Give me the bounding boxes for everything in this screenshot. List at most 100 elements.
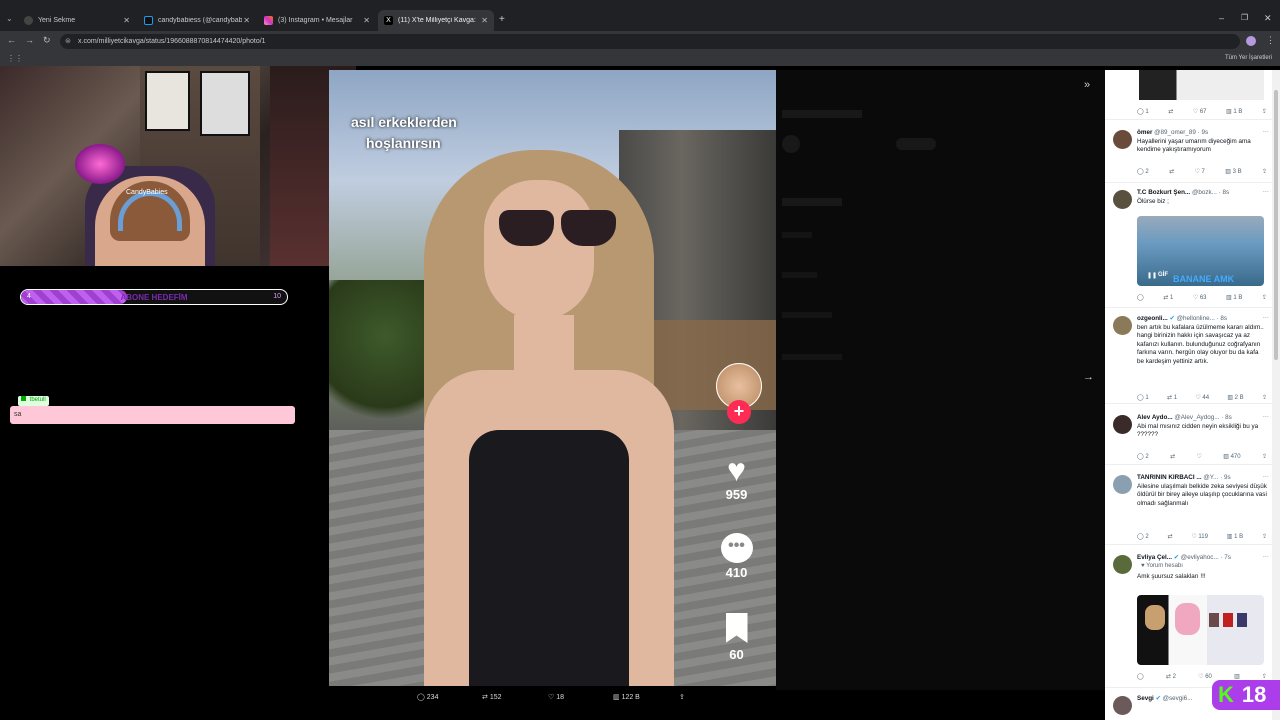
more-icon[interactable]: ··· — [1263, 188, 1269, 195]
share-icon[interactable]: ⇪ — [1262, 294, 1267, 301]
menu-icon[interactable]: ⋮ — [1266, 35, 1275, 46]
pause-icon[interactable]: ❚❚ — [1147, 272, 1157, 279]
tab-instagram[interactable]: (3) Instagram • Mesajlar ✕ — [258, 10, 376, 31]
reply-gif[interactable]: ❚❚ GİF BANANE AMK — [1137, 216, 1264, 286]
share-button[interactable]: ⇪ — [679, 693, 685, 701]
reply-item[interactable]: ◯ 1 ⇄ ♡ 67 ▥ 1 B ⇪ — [1105, 70, 1275, 120]
close-icon[interactable]: ✕ — [243, 16, 250, 25]
close-icon[interactable]: ✕ — [123, 16, 130, 25]
share-icon[interactable]: ⇪ — [1262, 673, 1267, 680]
like-count[interactable]: ♡ 18 — [548, 693, 564, 701]
repost-icon[interactable]: ⇄ — [1168, 108, 1173, 115]
like-icon[interactable]: ♡ 63 — [1193, 294, 1207, 301]
save-counter[interactable]: 60 — [714, 613, 759, 662]
reply-item[interactable]: T.C Bozkurt Şen... @bozk... · 8s ··· Ölü… — [1105, 188, 1275, 308]
sunglasses — [499, 210, 629, 248]
reply-icon[interactable]: ◯ 2 — [1137, 168, 1149, 175]
like-counter[interactable]: ♥ 959 — [714, 453, 759, 502]
avatar[interactable] — [1113, 415, 1132, 434]
close-icon[interactable]: ✕ — [363, 16, 370, 25]
minimize-button[interactable]: – — [1219, 13, 1224, 23]
reply-icon[interactable]: ◯ — [1137, 294, 1144, 301]
repost-icon[interactable]: ⇄ 1 — [1163, 294, 1173, 301]
repost-icon[interactable]: ⇄ 1 — [1167, 394, 1177, 401]
avatar[interactable] — [1113, 555, 1132, 574]
like-icon[interactable]: ♡ 60 — [1198, 673, 1212, 680]
reply-image[interactable] — [1137, 595, 1264, 665]
follow-button[interactable]: + — [727, 400, 751, 424]
avatar[interactable] — [1113, 696, 1132, 715]
repost-icon: ⇄ — [482, 694, 490, 701]
close-window-button[interactable]: ✕ — [1264, 13, 1272, 24]
reply-icon[interactable]: ◯ 1 — [1137, 394, 1149, 401]
like-icon[interactable]: ♡ 119 — [1191, 533, 1208, 540]
views-icon[interactable]: ▥ 3 B — [1225, 168, 1241, 175]
scrollbar[interactable] — [1272, 70, 1280, 720]
reply-item[interactable]: ozgeonli... ✔ @hellonline... · 8s ··· be… — [1105, 314, 1275, 404]
share-icon[interactable]: ⇪ — [1262, 453, 1267, 460]
repost-icon[interactable]: ⇄ — [1168, 533, 1173, 540]
views-icon[interactable]: ▥ 470 — [1223, 453, 1240, 460]
avatar[interactable] — [1113, 316, 1132, 335]
views-icon[interactable]: ▥ 2 B — [1227, 394, 1243, 401]
avatar[interactable] — [1113, 130, 1132, 149]
share-icon[interactable]: ⇪ — [1262, 108, 1267, 115]
views-icon[interactable]: ▥ 1 B — [1226, 294, 1242, 301]
apps-icon[interactable]: ⋮⋮ — [7, 54, 23, 63]
tab-search-icon[interactable]: ⌄ — [6, 14, 13, 23]
repost-icon[interactable]: ⇄ — [1169, 168, 1174, 175]
reload-icon[interactable]: ↻ — [43, 35, 51, 46]
reply-count[interactable]: ◯ 234 — [417, 693, 438, 701]
views-icon[interactable]: ▥ — [1234, 673, 1240, 680]
share-icon[interactable]: ⇪ — [1262, 533, 1267, 540]
close-icon[interactable]: ✕ — [481, 16, 488, 25]
tab-new-tab[interactable]: Yeni Sekme ✕ — [18, 10, 136, 31]
repost-icon[interactable]: ⇄ 2 — [1166, 673, 1176, 680]
like-icon[interactable]: ♡ — [1196, 453, 1201, 460]
share-icon[interactable]: ⇪ — [1262, 394, 1267, 401]
avatar[interactable] — [1113, 475, 1132, 494]
bookmark-icon[interactable] — [725, 613, 748, 643]
expand-icon[interactable]: » — [1084, 79, 1090, 91]
url-field[interactable]: ⊜ x.com/milliyetcikavga/status/196608887… — [60, 34, 1240, 49]
reply-icon[interactable]: ◯ 2 — [1137, 533, 1149, 540]
heart-icon[interactable]: ♥ — [714, 453, 759, 487]
more-icon[interactable]: ··· — [1263, 473, 1269, 480]
maximize-button[interactable]: ❐ — [1241, 13, 1248, 22]
tab-x[interactable]: X (11) X'te Milliyetçi Kavga: "#Sa ✕ — [378, 10, 494, 31]
comment-counter[interactable]: ••• 410 — [714, 533, 759, 580]
view-count[interactable]: ▥ 122 B — [613, 693, 640, 701]
reply-item[interactable]: TANRININ KIRBACI ... @Y... · 9s ··· Aile… — [1105, 473, 1275, 545]
more-icon[interactable]: ··· — [1263, 413, 1269, 420]
more-icon[interactable]: ··· — [1263, 553, 1269, 560]
avatar[interactable] — [1113, 190, 1132, 209]
site-info-icon[interactable]: ⊜ — [65, 34, 71, 49]
like-icon[interactable]: ♡ 67 — [1193, 108, 1207, 115]
tab-tiktok[interactable]: candybabiess (@candybabiess) ✕ — [138, 10, 256, 31]
new-tab-button[interactable]: + — [499, 14, 505, 25]
reply-icon[interactable]: ◯ — [1137, 673, 1144, 680]
kick-logo-icon: K — [1218, 682, 1234, 707]
tiktok-video[interactable]: asıl erkeklerden hoşlanırsın + ♥ 959 •••… — [329, 70, 776, 686]
share-icon[interactable]: ⇪ — [1262, 168, 1267, 175]
scrollbar-thumb[interactable] — [1274, 90, 1278, 360]
reply-item[interactable]: Evliya Çel... ✔ @evliyahoc... · 7s ··· ♥… — [1105, 553, 1275, 688]
all-bookmarks-link[interactable]: Tüm Yer İşaretleri — [1225, 55, 1272, 61]
next-arrow-icon[interactable]: → — [1083, 371, 1094, 383]
repost-icon[interactable]: ⇄ — [1170, 453, 1175, 460]
like-icon[interactable]: ♡ 7 — [1194, 168, 1204, 175]
more-icon[interactable]: ··· — [1263, 128, 1269, 135]
extensions-icon[interactable] — [1246, 36, 1256, 46]
reply-icon[interactable]: ◯ 1 — [1137, 108, 1149, 115]
views-icon[interactable]: ▥ 1 B — [1227, 533, 1243, 540]
comment-icon[interactable]: ••• — [720, 533, 753, 563]
reply-icon[interactable]: ◯ 2 — [1137, 453, 1149, 460]
repost-count[interactable]: ⇄ 152 — [482, 693, 502, 701]
reply-item[interactable]: ömer @89_omer_89 · 9s ··· Hayallerini ya… — [1105, 128, 1275, 183]
back-icon[interactable]: ← — [7, 35, 16, 45]
views-icon[interactable]: ▥ 1 B — [1226, 108, 1242, 115]
like-icon[interactable]: ♡ 44 — [1195, 394, 1209, 401]
more-icon[interactable]: ··· — [1263, 314, 1269, 321]
reply-item[interactable]: Alev Aydo... @Alev_Aydog... · 8s ··· Abi… — [1105, 413, 1275, 465]
forward-icon[interactable]: → — [25, 35, 34, 45]
